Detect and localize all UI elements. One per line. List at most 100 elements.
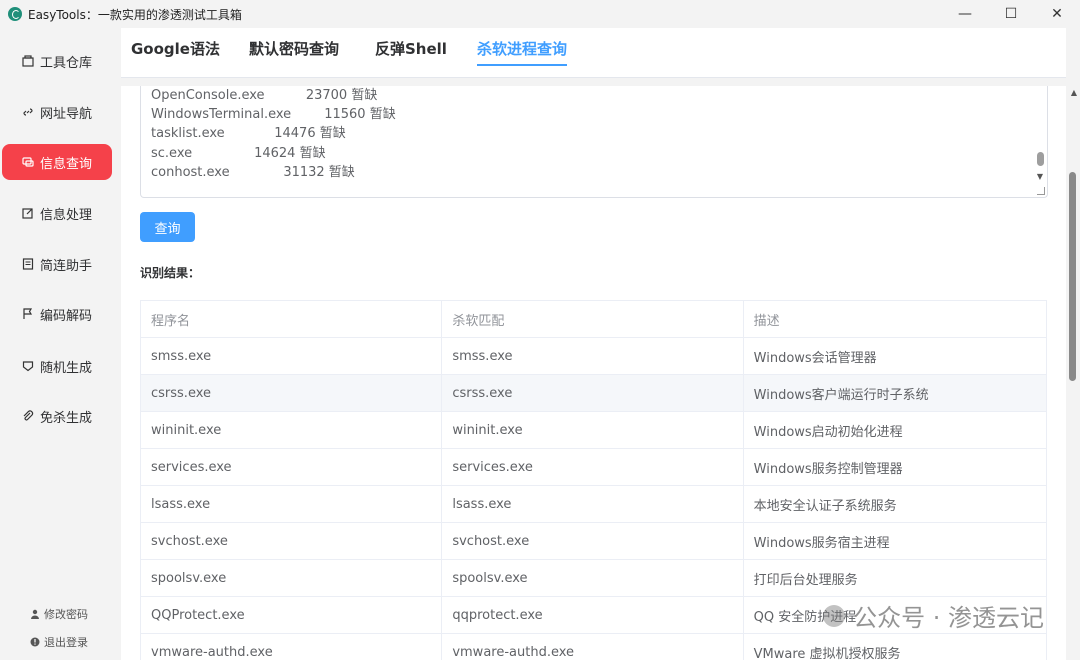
- logout-link[interactable]: 退出登录: [30, 634, 88, 650]
- result-label: 识别结果：: [140, 266, 201, 280]
- title-bar: EasyTools：一款实用的渗透测试工具箱 — ☐ ✕: [0, 0, 1080, 28]
- table-cell: QQProtect.exe: [141, 597, 443, 633]
- tab-default-password[interactable]: 默认密码查询: [249, 38, 339, 66]
- table-cell: spoolsv.exe: [141, 560, 443, 596]
- scroll-down-arrow-icon[interactable]: ▼: [1037, 172, 1043, 181]
- table-cell: Windows启动初始化进程: [753, 424, 903, 440]
- window-title: EasyTools：一款实用的渗透测试工具箱: [28, 7, 242, 22]
- tab-av-process-query[interactable]: 杀软进程查询: [477, 38, 568, 66]
- sidebar-item-label: 免杀生成: [40, 410, 93, 426]
- textarea-line: OpenConsole.exe 23700 暂缺: [151, 88, 378, 103]
- table-row: lsass.exe lsass.exe 本地安全认证子系统服务: [141, 486, 1046, 523]
- table-row: svchost.exe svchost.exe Windows服务宿主进程: [141, 523, 1046, 560]
- sidebar-item-label: 工具仓库: [40, 55, 93, 71]
- table-cell: 打印后台处理服务: [753, 572, 858, 588]
- tab-bar: Google语法 默认密码查询 反弹Shell 杀软进程查询: [121, 28, 1066, 78]
- table-cell: Windows客户端运行时子系统: [753, 387, 929, 403]
- table-header-cell: 描述: [753, 313, 780, 329]
- table-cell: lsass.exe: [141, 486, 443, 522]
- table-cell: csrss.exe: [141, 375, 443, 411]
- sidebar: 工具仓库 网址导航 信息查询 信息处理 简连助手 编码解码 随机生成 免杀生成 …: [0, 28, 113, 660]
- change-password-link[interactable]: 修改密码: [30, 606, 88, 622]
- table-row: smss.exe smss.exe Windows会话管理器: [141, 338, 1046, 375]
- table-cell: Windows服务宿主进程: [753, 535, 890, 551]
- table-cell: wininit.exe: [442, 412, 744, 448]
- table-cell: smss.exe: [141, 338, 443, 374]
- logout-label: 退出登录: [44, 636, 88, 649]
- info-icon: [30, 637, 40, 647]
- table-cell: qqprotect.exe: [442, 597, 744, 633]
- textarea-line: tasklist.exe 14476 暂缺: [151, 126, 346, 141]
- resize-handle-icon[interactable]: [1037, 187, 1045, 195]
- table-cell: vmware-authd.exe: [442, 634, 744, 660]
- sidebar-item-url-nav[interactable]: 网址导航: [2, 94, 112, 130]
- edit-icon: [22, 207, 34, 219]
- minimize-button[interactable]: —: [942, 0, 988, 28]
- process-list-textarea[interactable]: OpenConsole.exe 23700 暂缺 WindowsTerminal…: [140, 86, 1048, 198]
- table-cell: svchost.exe: [442, 523, 744, 559]
- sidebar-item-random-gen[interactable]: 随机生成: [2, 348, 112, 384]
- table-cell: VMware 虚拟机授权服务: [753, 646, 901, 660]
- table-cell: smss.exe: [442, 338, 744, 374]
- tab-google-syntax[interactable]: Google语法: [131, 38, 220, 66]
- scroll-up-arrow-icon[interactable]: ▲: [1071, 88, 1077, 97]
- sidebar-item-label: 编码解码: [40, 308, 93, 324]
- table-row: spoolsv.exe spoolsv.exe 打印后台处理服务: [141, 560, 1046, 597]
- user-icon: [30, 609, 40, 619]
- change-password-label: 修改密码: [44, 608, 88, 621]
- close-button[interactable]: ✕: [1034, 0, 1080, 28]
- table-header-cell: 杀软匹配: [442, 301, 744, 337]
- table-cell: Windows服务控制管理器: [753, 461, 903, 477]
- table-cell: lsass.exe: [442, 486, 744, 522]
- box-icon: [22, 55, 34, 67]
- sidebar-item-bypass-gen[interactable]: 免杀生成: [2, 398, 112, 434]
- textarea-line: conhost.exe 31132 暂缺: [151, 165, 355, 180]
- sidebar-item-label: 简连助手: [40, 258, 93, 274]
- sidebar-item-link-helper[interactable]: 简连助手: [2, 246, 112, 282]
- chat-icon: [22, 156, 34, 168]
- table-cell: vmware-authd.exe: [141, 634, 443, 660]
- maximize-button[interactable]: ☐: [988, 0, 1034, 28]
- paperclip-icon: [22, 410, 34, 422]
- table-row: csrss.exe csrss.exe Windows客户端运行时子系统: [141, 375, 1046, 412]
- table-cell: wininit.exe: [141, 412, 443, 448]
- sidebar-item-label: 网址导航: [40, 106, 93, 122]
- main-panel: Google语法 默认密码查询 反弹Shell 杀软进程查询 OpenConso…: [113, 28, 1080, 660]
- watermark-text: 公众号 · 渗透云记: [853, 604, 1044, 632]
- textarea-line: WindowsTerminal.exe 11560 暂缺: [151, 107, 396, 122]
- sidebar-item-label: 随机生成: [40, 360, 93, 376]
- textarea-scrollbar-thumb[interactable]: [1037, 152, 1044, 166]
- sidebar-item-tool-repo[interactable]: 工具仓库: [2, 43, 112, 79]
- sidebar-item-label: 信息处理: [40, 207, 93, 223]
- table-row: wininit.exe wininit.exe Windows启动初始化进程: [141, 412, 1046, 449]
- table-header-row: 程序名 杀软匹配 描述: [141, 301, 1046, 338]
- table-cell: spoolsv.exe: [442, 560, 744, 596]
- note-icon: [22, 258, 34, 270]
- watermark: 公众号 · 渗透云记: [823, 598, 1044, 633]
- sidebar-item-info-process[interactable]: 信息处理: [2, 195, 112, 231]
- table-cell: svchost.exe: [141, 523, 443, 559]
- page-scrollbar-thumb[interactable]: [1069, 172, 1076, 381]
- window-controls: — ☐ ✕: [942, 0, 1080, 28]
- table-header-cell: 程序名: [141, 301, 443, 337]
- wechat-logo-icon: [823, 604, 846, 627]
- page-scrollbar[interactable]: ▲: [1069, 88, 1077, 648]
- app-logo-icon: [8, 7, 22, 21]
- table-row: vmware-authd.exe vmware-authd.exe VMware…: [141, 634, 1046, 660]
- table-cell: csrss.exe: [442, 375, 744, 411]
- shield-icon: [22, 360, 34, 372]
- query-button[interactable]: 查询: [140, 212, 195, 242]
- sidebar-item-label: 信息查询: [40, 156, 93, 172]
- table-cell: Windows会话管理器: [753, 350, 877, 366]
- sidebar-item-info-query[interactable]: 信息查询: [2, 144, 112, 180]
- table-cell: 本地安全认证子系统服务: [753, 498, 897, 514]
- link-icon: [22, 106, 34, 118]
- tab-reverse-shell[interactable]: 反弹Shell: [375, 38, 447, 66]
- content-area: OpenConsole.exe 23700 暂缺 WindowsTerminal…: [121, 86, 1066, 660]
- flag-icon: [22, 308, 34, 320]
- table-cell: services.exe: [141, 449, 443, 485]
- sidebar-item-encode-decode[interactable]: 编码解码: [2, 296, 112, 332]
- textarea-line: sc.exe 14624 暂缺: [151, 146, 326, 161]
- table-cell: services.exe: [442, 449, 744, 485]
- table-row: services.exe services.exe Windows服务控制管理器: [141, 449, 1046, 486]
